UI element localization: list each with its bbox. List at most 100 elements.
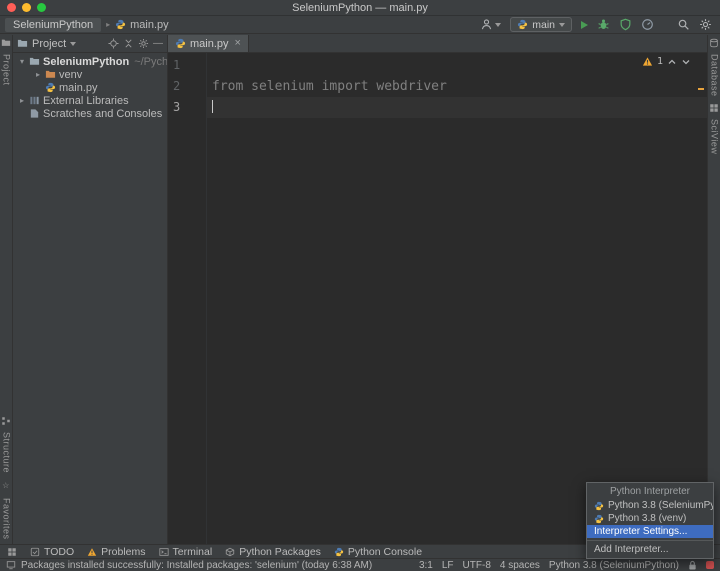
popup-item-label: Python 3.8 (SeleniumPython) [608, 500, 713, 511]
chevron-expanded-icon[interactable]: ▾ [18, 55, 26, 68]
status-message-area[interactable]: Packages installed successfully: Install… [6, 560, 372, 571]
tool-window-button-database[interactable]: Database [708, 54, 720, 97]
breadcrumb: SeleniumPython ▸ main.py [5, 18, 169, 32]
inspections-widget[interactable]: 1 [642, 56, 691, 67]
structure-tool-window-icon[interactable] [1, 416, 11, 426]
interpreter-widget[interactable]: Python 3.8 (SeleniumPython) [549, 560, 679, 571]
run-configuration-select[interactable]: main [510, 17, 572, 32]
tool-window-button-problems[interactable]: Problems [87, 546, 145, 558]
previous-problem-chevron-up-icon[interactable] [667, 57, 677, 67]
tool-window-label: Python Console [348, 546, 422, 558]
libraries-icon [29, 95, 40, 106]
tool-window-quick-access-icon[interactable] [7, 547, 17, 557]
star-icon: ☆ [2, 479, 10, 492]
code-with-me-button[interactable] [480, 18, 501, 31]
minimize-window-button[interactable] [22, 3, 31, 12]
text-caret [212, 100, 213, 113]
breadcrumb-file[interactable]: main.py [115, 19, 169, 31]
token-keyword: import [322, 79, 377, 94]
popup-separator [587, 540, 713, 541]
python-icon [517, 19, 528, 30]
encoding-widget[interactable]: UTF-8 [463, 560, 491, 571]
editor-code[interactable]: from selenium import webdriver [207, 53, 707, 544]
profiler-button[interactable] [641, 18, 654, 31]
run-with-coverage-button[interactable] [619, 18, 632, 31]
indent-widget[interactable]: 4 spaces [500, 560, 540, 571]
popup-item-add-interpreter[interactable]: Add Interpreter... [587, 543, 713, 556]
line-separator-widget[interactable]: LF [442, 560, 454, 571]
breadcrumb-file-label: main.py [130, 19, 169, 31]
close-window-button[interactable] [7, 3, 16, 12]
database-tool-window-icon[interactable] [709, 38, 719, 48]
line-number: 2 [168, 76, 206, 97]
python-file-icon [45, 82, 56, 93]
next-problem-chevron-down-icon[interactable] [681, 57, 691, 67]
notifications-icon[interactable] [706, 561, 714, 569]
sciview-tool-window-icon[interactable] [709, 103, 719, 113]
line-number-current: 3 [168, 97, 206, 118]
tool-window-button-structure[interactable]: Structure [0, 432, 13, 473]
python-icon [594, 501, 604, 511]
python-icon [594, 514, 604, 524]
token-keyword: from [212, 79, 251, 94]
tool-window-button-todo[interactable]: TODO [30, 546, 74, 558]
event-log-monitor-icon[interactable] [6, 560, 16, 570]
chevron-down-icon[interactable] [70, 42, 76, 46]
panel-settings-gear-icon[interactable] [138, 38, 149, 49]
project-panel-title[interactable]: Project [32, 38, 66, 50]
line-number: 1 [168, 55, 206, 76]
editor-tab-label: main.py [190, 38, 229, 50]
caret-position-widget[interactable]: 3:1 [419, 560, 433, 571]
main-area: Project Structure ☆ Favorites Project — … [0, 35, 720, 544]
popup-item-label: Add Interpreter... [594, 544, 669, 555]
folder-icon [17, 38, 28, 49]
token-identifier: webdriver [376, 79, 446, 94]
run-button[interactable] [581, 21, 588, 29]
select-opened-file-icon[interactable] [108, 38, 119, 49]
tool-window-button-python-console[interactable]: Python Console [334, 546, 422, 558]
breadcrumb-project[interactable]: SeleniumPython [5, 18, 101, 32]
collapse-all-icon[interactable] [123, 38, 134, 49]
package-box-icon [225, 547, 235, 557]
lock-icon[interactable] [688, 560, 697, 571]
window-title: SeleniumPython — main.py [0, 2, 720, 14]
tree-item-external-libraries[interactable]: ▸ External Libraries [13, 94, 167, 107]
editor-gutter[interactable]: 1 2 3 [168, 53, 207, 544]
popup-item-interpreter-venv[interactable]: Python 3.8 (venv) [587, 512, 713, 525]
fullscreen-window-button[interactable] [37, 3, 46, 12]
tree-item-scratches[interactable]: Scratches and Consoles [13, 107, 167, 120]
popup-item-interpreter-project[interactable]: Python 3.8 (SeleniumPython) [587, 499, 713, 512]
tree-item-project-root[interactable]: ▾ SeleniumPython ~/PycharmProjects [13, 55, 167, 68]
hide-panel-icon[interactable]: — [153, 39, 163, 49]
popup-item-interpreter-settings[interactable]: Interpreter Settings... [587, 525, 713, 538]
close-tab-icon[interactable]: × [235, 38, 241, 49]
pycharm-window: SeleniumPython — main.py SeleniumPython … [0, 0, 720, 571]
token-identifier: selenium [251, 79, 321, 94]
window-controls [0, 3, 46, 12]
debug-button[interactable] [597, 18, 610, 31]
editor-tab-main-py[interactable]: main.py × [168, 35, 249, 52]
tree-item-label: SeleniumPython [43, 56, 129, 68]
chevron-collapsed-icon[interactable]: ▸ [34, 68, 42, 81]
error-stripe-warning-mark[interactable] [698, 88, 704, 90]
search-everywhere-icon[interactable] [677, 18, 690, 31]
tool-window-button-sciview[interactable]: SciView [708, 119, 720, 154]
project-tool-window-icon[interactable] [1, 38, 11, 48]
code-editor[interactable]: 1 2 3 from selenium import webdriver 1 [168, 53, 707, 544]
tree-item-venv[interactable]: ▸ venv [13, 68, 167, 81]
tool-window-label: Problems [101, 546, 145, 558]
popup-title: Python Interpreter [587, 483, 713, 499]
tree-item-label: venv [59, 69, 82, 81]
todo-icon [30, 547, 40, 557]
tool-window-button-favorites[interactable]: Favorites [0, 498, 13, 540]
right-tool-window-stripe: Database SciView [707, 35, 720, 544]
tree-item-main-py[interactable]: main.py [13, 81, 167, 94]
navigation-bar: SeleniumPython ▸ main.py main [0, 16, 720, 34]
tool-window-button-python-packages[interactable]: Python Packages [225, 546, 321, 558]
tool-window-button-project[interactable]: Project [0, 54, 13, 86]
tree-item-label: main.py [59, 82, 98, 94]
chevron-collapsed-icon[interactable]: ▸ [18, 94, 26, 107]
tool-window-button-terminal[interactable]: Terminal [159, 546, 213, 558]
settings-gear-icon[interactable] [699, 18, 712, 31]
editor-area: main.py × 1 2 3 from selenium import web… [168, 35, 707, 544]
